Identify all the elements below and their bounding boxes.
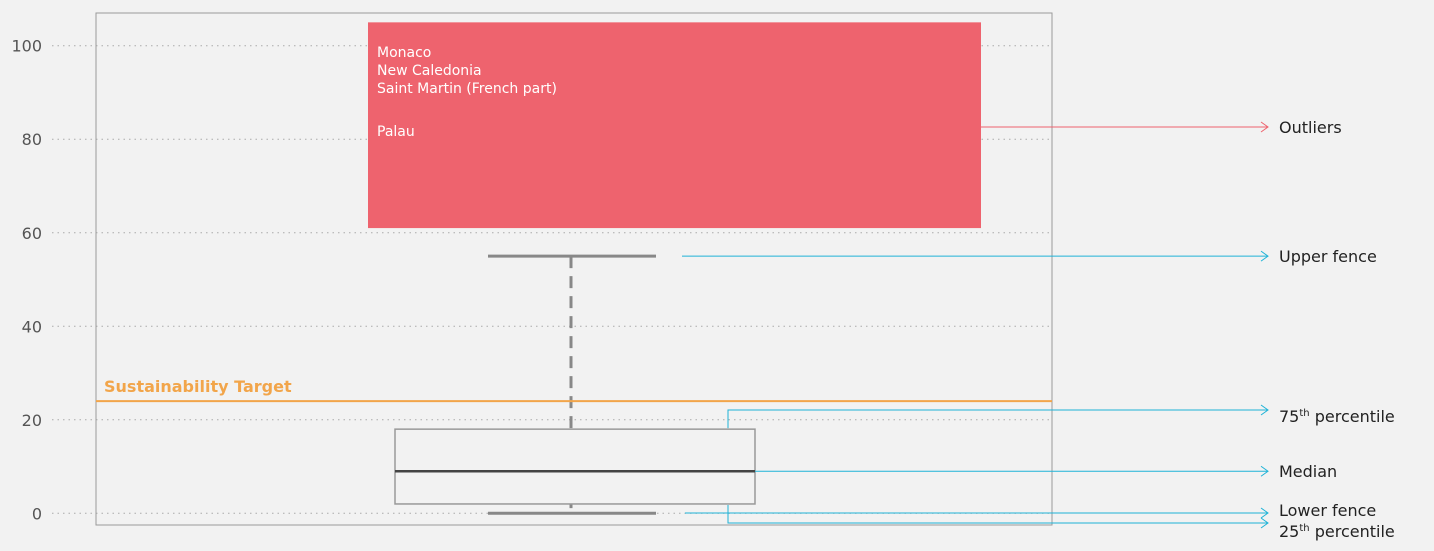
y-tick-label: 0 [32,504,42,523]
boxplot-chart: 0 20 40 60 80 100 Monaco New Caledonia Saint … [11,12,1395,541]
q1-suffix: percentile [1310,522,1395,541]
q3-annotation: 75th percentile [1279,407,1395,426]
q1-annotation: 25th percentile [1279,522,1395,541]
y-axis-ticks: 0 20 40 60 80 100 [11,37,42,524]
q3-superscript: th [1299,408,1309,419]
outlier-label: New Caledonia [377,63,482,79]
y-tick-label: 100 [11,37,42,56]
sustainability-target-label: Sustainability Target [104,377,292,396]
q1-number: 25 [1279,522,1299,541]
upper-fence-annotation: Upper fence [1279,247,1377,266]
lower-fence-annotation: Lower fence [1279,501,1376,520]
y-tick-label: 20 [22,411,42,430]
outlier-label: Palau [377,124,415,140]
y-tick-label: 80 [22,130,42,149]
outlier-label: Saint Martin (French part) [377,81,557,97]
q3-number: 75 [1279,407,1299,426]
median-annotation: Median [1279,462,1337,481]
interquartile-box [394,428,756,505]
outlier-label: Monaco [377,45,431,61]
y-tick-label: 40 [22,317,42,336]
outlier-region [368,22,981,229]
q1-superscript: th [1299,523,1309,534]
q1-connector [727,504,1268,524]
q3-suffix: percentile [1310,407,1395,426]
y-tick-label: 60 [22,224,42,243]
outliers-annotation: Outliers [1279,118,1342,137]
q3-connector [727,409,1268,429]
